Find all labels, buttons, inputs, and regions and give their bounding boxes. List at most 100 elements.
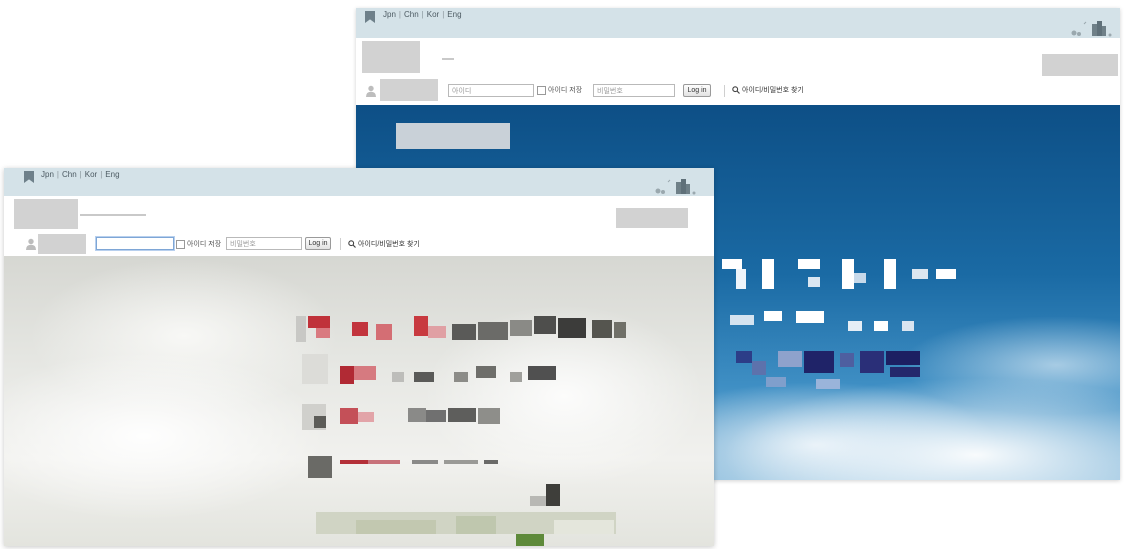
- hero-title-placeholder: [396, 123, 510, 149]
- pixel-block: [554, 520, 614, 534]
- pixel-block: [722, 259, 742, 269]
- pixel-block: [316, 328, 330, 338]
- pixel-block: [302, 354, 328, 384]
- pixel-block: [840, 353, 854, 367]
- pixel-block: [426, 410, 446, 422]
- pixel-block: [296, 316, 306, 342]
- brand-bar: [356, 38, 1120, 77]
- pixel-block: [534, 316, 556, 334]
- pixel-block: [368, 460, 400, 464]
- top-bar: Jpn | Chn | Kor | Eng: [4, 168, 714, 196]
- pixel-block: [890, 367, 920, 377]
- pixel-block: [860, 351, 884, 373]
- lang-kor[interactable]: Kor: [427, 10, 439, 19]
- pixel-block: [414, 316, 428, 336]
- pixel-block: [352, 322, 368, 336]
- pixel-block: [376, 324, 392, 340]
- pixel-block: [752, 361, 766, 375]
- pixel-block: [528, 366, 556, 380]
- pixel-block: [816, 379, 840, 389]
- pixel-block: [392, 372, 404, 382]
- pixel-block: [886, 351, 920, 365]
- pixel-block: [448, 408, 476, 422]
- login-bar: 아이디 아이디 저장 비밀번호 Log in 아이디/비밀번호 찾기: [356, 76, 1120, 106]
- pixel-block: [778, 351, 802, 367]
- login-button[interactable]: Log in: [683, 84, 711, 97]
- pixel-block: [308, 456, 332, 478]
- pixel-block: [484, 460, 498, 464]
- top-bar: Jpn | Chn | Kor | Eng: [356, 8, 1120, 38]
- pixel-block: [874, 321, 888, 331]
- password-input[interactable]: 비밀번호: [226, 237, 302, 250]
- pixel-block: [884, 259, 896, 289]
- logo-subtitle-placeholder: [80, 214, 146, 216]
- pixel-block: [854, 273, 866, 283]
- save-id-checkbox[interactable]: 아이디 저장: [176, 239, 221, 249]
- find-account-label: 아이디/비밀번호 찾기: [358, 241, 420, 248]
- pixel-block: [428, 326, 446, 338]
- pixel-block: [478, 322, 508, 340]
- pixel-block: [408, 408, 426, 422]
- pixel-block: [762, 259, 774, 289]
- pixel-block: [592, 320, 612, 338]
- pixel-block: [454, 372, 468, 382]
- pixel-block: [358, 412, 374, 422]
- save-id-label: 아이디 저장: [187, 241, 222, 248]
- save-id-label: 아이디 저장: [548, 87, 583, 94]
- lang-chn[interactable]: Chn: [62, 170, 77, 179]
- banner-placeholder: [616, 208, 688, 228]
- pixel-block: [356, 520, 436, 534]
- lang-kor[interactable]: Kor: [85, 170, 97, 179]
- language-menu: Jpn | Chn | Kor | Eng: [41, 170, 120, 179]
- find-account-link[interactable]: 아이디/비밀번호 찾기: [732, 85, 804, 95]
- user-icon: [26, 238, 36, 250]
- lang-chn[interactable]: Chn: [404, 10, 419, 19]
- user-icon: [366, 85, 376, 97]
- city-skyline-icon: [1071, 21, 1112, 37]
- hero-pixelated-content: [296, 316, 628, 546]
- lang-eng[interactable]: Eng: [447, 10, 461, 19]
- search-icon: [732, 86, 740, 94]
- id-input[interactable]: 아이디: [448, 84, 534, 97]
- pixel-block: [848, 321, 862, 331]
- pixel-block: [340, 408, 358, 424]
- id-input[interactable]: [96, 237, 174, 250]
- checkbox-box[interactable]: [176, 239, 185, 249]
- pixel-block: [340, 460, 368, 464]
- pixel-block: [510, 320, 532, 336]
- divider: [724, 85, 725, 97]
- lang-jpn[interactable]: Jpn: [383, 10, 396, 19]
- pixel-block: [354, 366, 376, 380]
- front-screenshot: Jpn | Chn | Kor | Eng 아이디 저장 비밀번호 Log in 아이디/비…: [4, 168, 714, 546]
- pixel-block: [912, 269, 928, 279]
- checkbox-box[interactable]: [537, 85, 546, 95]
- brand-bar: [4, 196, 714, 233]
- pixel-block: [736, 269, 746, 289]
- profile-placeholder: [380, 79, 438, 101]
- hero-pixelated-text: [716, 255, 1036, 415]
- password-input[interactable]: 비밀번호: [593, 84, 675, 97]
- bookmark-icon[interactable]: [24, 171, 34, 183]
- pixel-block: [510, 372, 522, 382]
- lang-jpn[interactable]: Jpn: [41, 170, 54, 179]
- logo-placeholder: [362, 41, 420, 73]
- pixel-block: [412, 460, 438, 464]
- pixel-block: [452, 324, 476, 340]
- pixel-block: [766, 377, 786, 387]
- find-account-link[interactable]: 아이디/비밀번호 찾기: [348, 239, 420, 249]
- city-skyline-icon: [655, 179, 696, 195]
- pixel-block: [736, 351, 752, 363]
- pixel-block: [842, 259, 854, 289]
- find-account-label: 아이디/비밀번호 찾기: [742, 87, 804, 94]
- pixel-block: [546, 484, 560, 506]
- lang-eng[interactable]: Eng: [105, 170, 119, 179]
- save-id-checkbox[interactable]: 아이디 저장: [537, 85, 582, 95]
- pixel-block: [530, 496, 546, 506]
- login-bar: 아이디 저장 비밀번호 Log in 아이디/비밀번호 찾기: [4, 232, 714, 257]
- profile-placeholder: [38, 234, 86, 254]
- bookmark-icon[interactable]: [365, 11, 375, 23]
- pixel-block: [444, 460, 478, 464]
- login-button[interactable]: Log in: [305, 237, 331, 250]
- search-icon: [348, 240, 356, 248]
- pixel-block: [314, 416, 326, 428]
